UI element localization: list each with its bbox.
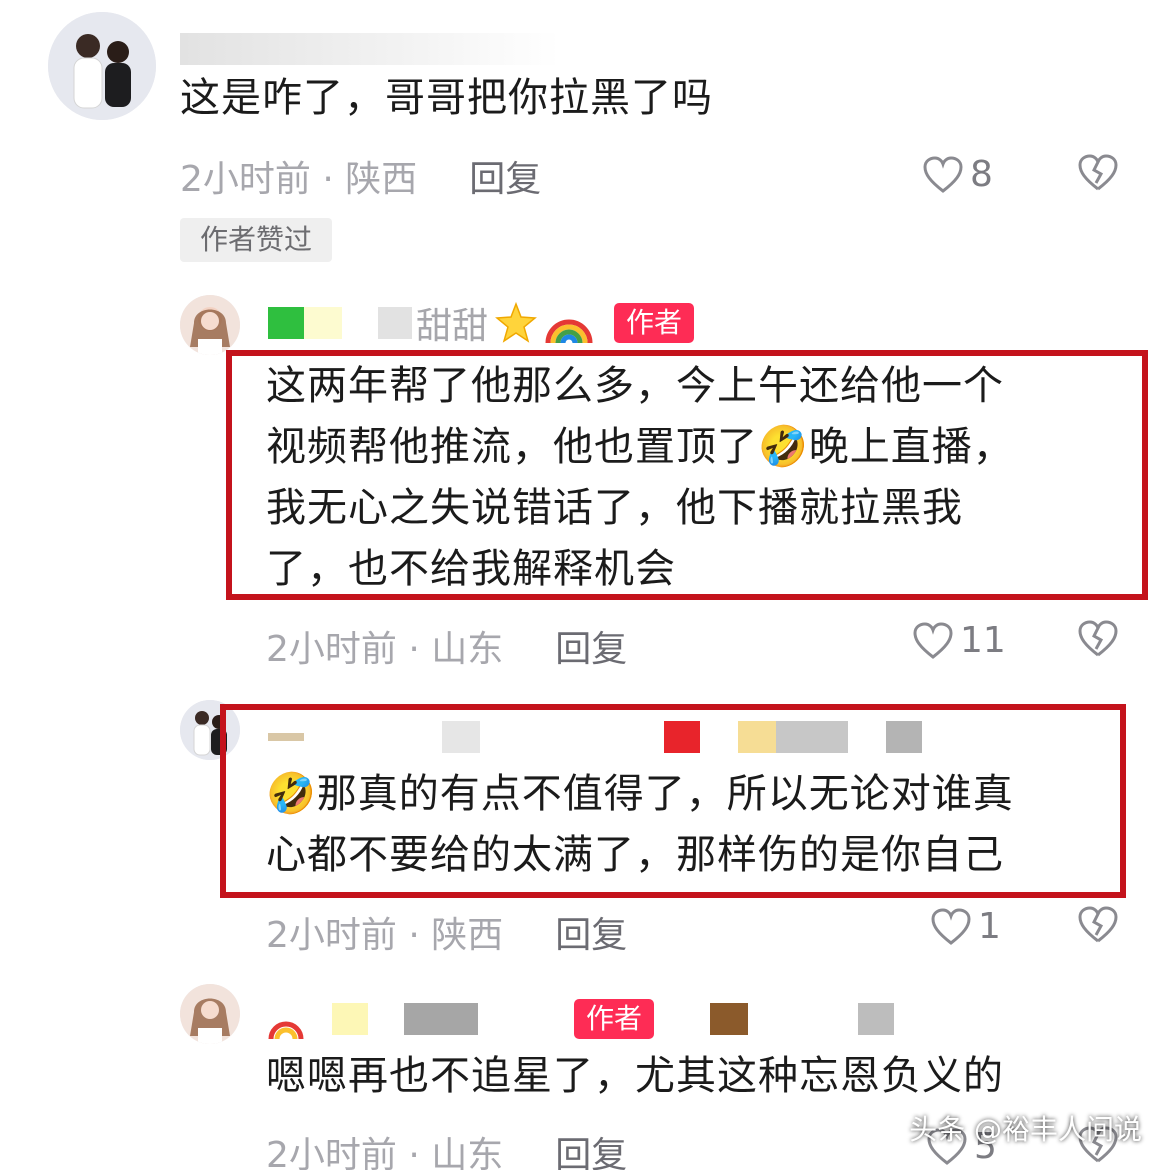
star-emoji-icon (495, 301, 537, 343)
reply-button[interactable]: 回复 (555, 629, 627, 670)
dislike-button[interactable] (1077, 620, 1119, 662)
nickname-obscured[interactable] (304, 1003, 332, 1035)
comment-meta: 2小时前 · 陕西 回复 (180, 150, 541, 202)
comment-text: 嗯嗯再也不追星了，尤其这种忘恩负义的 (266, 1053, 1004, 1099)
author-tag: 作者 (614, 303, 695, 343)
nickname[interactable]: 甜甜 (416, 297, 488, 349)
rainbow-emoji-icon (268, 1021, 304, 1039)
avatar[interactable] (48, 12, 156, 120)
like-count: 11 (960, 620, 1006, 661)
comment-meta: 2小时前 · 山东 回复 (266, 620, 627, 672)
time-location: 2小时前 · 陕西 (266, 915, 504, 956)
comment-text-line: 🤣那真的有点不值得了，所以无论对谁真 (266, 771, 1014, 817)
nickname-row: 作者 (268, 994, 895, 1044)
author-tag: 作者 (574, 999, 655, 1039)
reply-button[interactable]: 回复 (555, 915, 627, 956)
nickname-obscured[interactable] (180, 24, 560, 74)
reply-button[interactable]: 回复 (469, 159, 541, 200)
like-button[interactable]: 8 (922, 154, 993, 195)
dislike-button[interactable] (1077, 906, 1119, 948)
comment-text: 这两年帮了他那么多，今上午还给他一个 视频帮他推流，他也置顶了🤣晚上直播， 我无… (266, 356, 1014, 600)
comment-text-line: 这两年帮了他那么多，今上午还给他一个 (266, 363, 1004, 409)
rainbow-emoji-icon (545, 319, 593, 344)
heart-outline-icon (913, 621, 953, 659)
comment-text-line: 了，也不给我解释机会 (266, 546, 676, 592)
like-count: 1 (978, 906, 1001, 947)
broken-heart-icon (1078, 906, 1118, 943)
avatar[interactable] (180, 295, 240, 355)
comment-text-line: 视频帮他推流，他也置顶了🤣晚上直播， (266, 424, 1014, 470)
comment-text-line: 心都不要给的太满了，那样伤的是你自己 (266, 832, 1004, 878)
heart-outline-icon (931, 907, 971, 945)
avatar[interactable] (180, 984, 240, 1044)
reply-button[interactable]: 回复 (555, 1135, 627, 1170)
author-liked-badge: 作者赞过 (180, 218, 332, 262)
watermark: 头条 @裕丰人间说 (909, 1113, 1142, 1146)
nickname-obscured[interactable] (268, 307, 304, 339)
time-location: 2小时前 · 山东 (266, 629, 504, 670)
comment-text-line: 我无心之失说错话了，他下播就拉黑我 (266, 485, 963, 531)
dislike-button[interactable] (1077, 154, 1119, 196)
comment-meta: 2小时前 · 陕西 回复 (266, 906, 627, 958)
comment-text: 这是咋了，哥哥把你拉黑了吗 (180, 75, 713, 121)
comment-meta: 2小时前 · 山东 回复 (266, 1126, 627, 1170)
broken-heart-icon (1078, 620, 1118, 657)
time-location: 2小时前 · 山东 (266, 1135, 504, 1170)
heart-outline-icon (923, 155, 963, 193)
like-count: 8 (970, 154, 993, 195)
like-button[interactable]: 11 (912, 620, 1006, 661)
like-button[interactable]: 1 (930, 906, 1001, 947)
nickname-row: 甜甜 作者 (268, 297, 695, 349)
time-location: 2小时前 · 陕西 (180, 159, 418, 200)
comment-text: 🤣那真的有点不值得了，所以无论对谁真 心都不要给的太满了，那样伤的是你自己 (266, 764, 1014, 886)
broken-heart-icon (1078, 154, 1118, 191)
